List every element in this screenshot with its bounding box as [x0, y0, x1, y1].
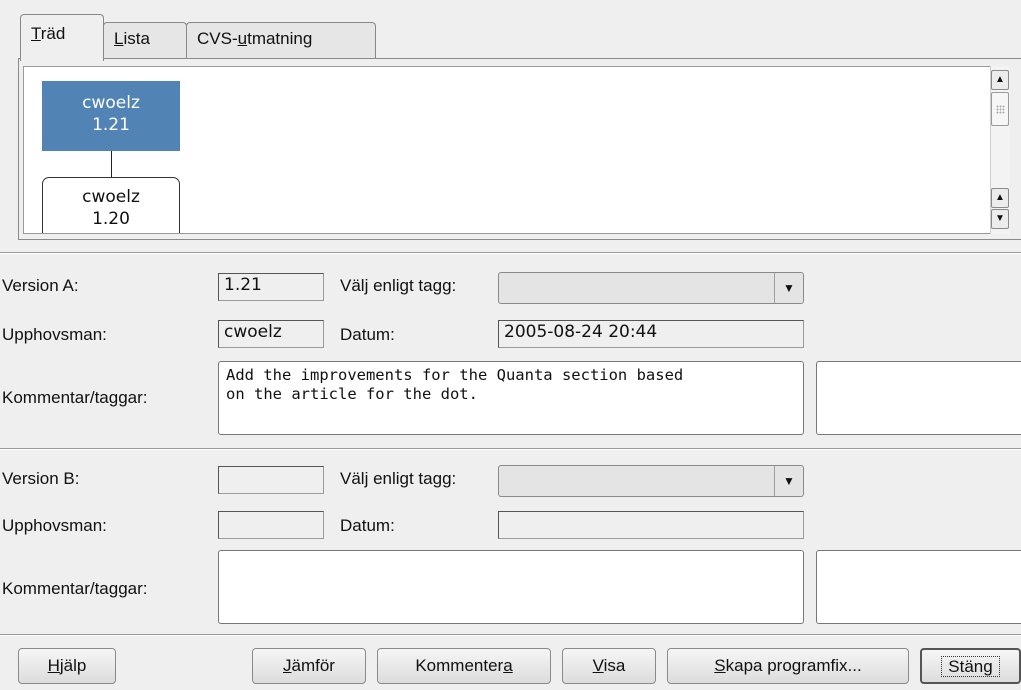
version-a-label: Version A: [2, 276, 79, 295]
view-button[interactable]: Visa [562, 648, 656, 684]
version-a-tag-label: Välj enligt tagg: [340, 276, 457, 295]
grip-icon [996, 105, 1005, 114]
separator [0, 448, 1021, 450]
create-patch-button[interactable]: Skapa programfix... [667, 648, 909, 684]
version-a-date-field: 2005-08-24 20:44 [498, 320, 804, 348]
version-b-label: Version B: [2, 469, 80, 488]
version-b-comment-label: Kommentar/taggar: [2, 579, 148, 598]
version-b-comment-text[interactable] [218, 550, 804, 624]
vertical-scrollbar[interactable]: ▲ ▲ ▼ [990, 66, 1010, 234]
revision-number: 1.21 [92, 115, 130, 135]
version-a-comment-text[interactable]: Add the improvements for the Quanta sect… [218, 361, 804, 435]
compare-button[interactable]: Jämför [252, 648, 366, 684]
revision-author: cwoelz [82, 93, 140, 113]
version-a-field: 1.21 [218, 273, 324, 301]
close-button-label: Stäng [941, 656, 1000, 677]
revision-node[interactable]: cwoelz 1.20 [42, 177, 180, 233]
version-b-tags-text[interactable] [816, 550, 1021, 624]
tab-trad[interactable]: Träd [20, 14, 104, 61]
separator [0, 252, 1021, 254]
revision-connector [111, 151, 112, 177]
version-a-date-label: Datum: [340, 325, 395, 344]
help-button[interactable]: Hjälp [18, 648, 116, 684]
separator [0, 634, 1021, 636]
scroll-up-icon[interactable]: ▲ [991, 70, 1009, 90]
scrollbar-thumb[interactable] [991, 92, 1009, 126]
revision-number: 1.20 [92, 209, 130, 229]
version-a-tags-text[interactable] [816, 361, 1021, 435]
version-b-field [218, 466, 324, 494]
dropdown-arrow-icon: ▼ [774, 273, 803, 303]
version-a-comment-label: Kommentar/taggar: [2, 388, 148, 407]
version-b-tag-label: Välj enligt tagg: [340, 469, 457, 488]
revision-node-selected[interactable]: cwoelz 1.21 [42, 81, 180, 151]
annotate-button[interactable]: Kommentera [377, 648, 551, 684]
version-a-author-field: cwoelz [218, 320, 324, 348]
version-a-author-label: Upphovsman: [2, 325, 107, 344]
close-button[interactable]: Stäng [920, 648, 1021, 684]
dropdown-arrow-icon: ▼ [774, 466, 803, 496]
version-b-author-label: Upphovsman: [2, 516, 107, 535]
version-b-tag-select[interactable]: ▼ [498, 465, 804, 497]
version-b-author-field [218, 511, 324, 539]
revision-tree-view[interactable]: cwoelz 1.21 cwoelz 1.20 [23, 66, 990, 234]
tab-lista[interactable]: Lista [103, 22, 187, 59]
version-b-date-field [498, 511, 804, 539]
scroll-up-icon[interactable]: ▲ [991, 188, 1009, 208]
revision-author: cwoelz [82, 187, 140, 207]
version-b-date-label: Datum: [340, 516, 395, 535]
tab-cvs-utmatning[interactable]: CVS-utmatning [186, 22, 376, 59]
version-a-tag-select[interactable]: ▼ [498, 272, 804, 304]
scroll-down-icon[interactable]: ▼ [991, 209, 1009, 229]
